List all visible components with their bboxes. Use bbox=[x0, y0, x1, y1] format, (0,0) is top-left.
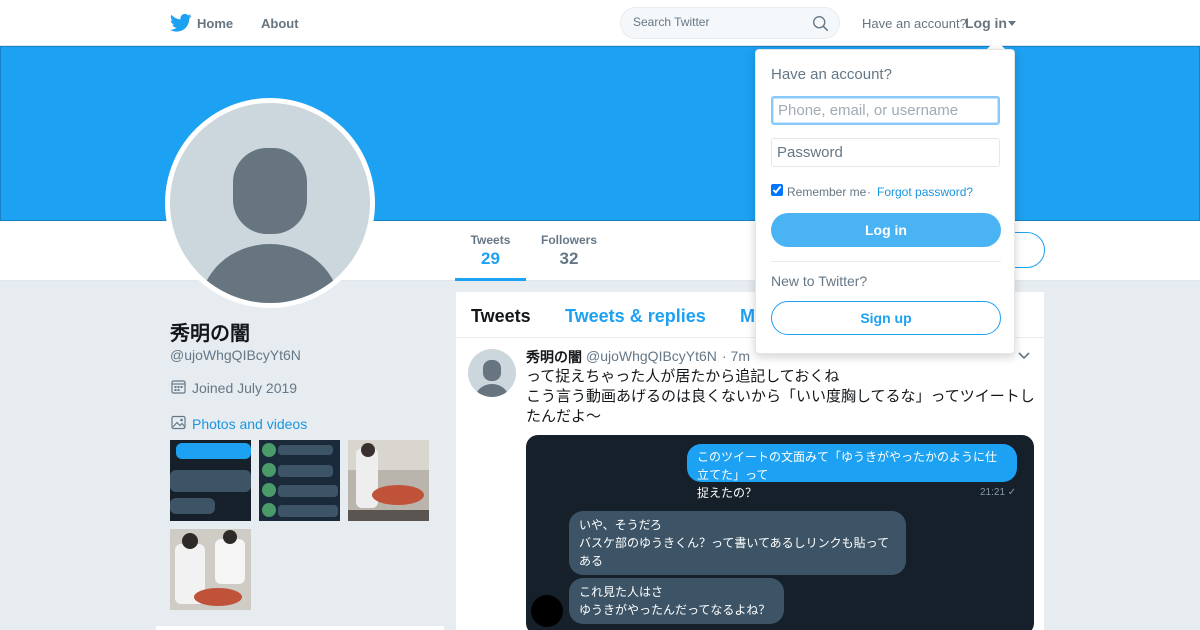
chat-line: これ見た人はさ bbox=[579, 585, 664, 599]
chat-avatar bbox=[531, 595, 563, 627]
profile-handle[interactable]: @ujoWhgQIBcyYt6N bbox=[170, 347, 301, 363]
chat-line: 捉えたの？ bbox=[697, 486, 758, 500]
default-person-icon bbox=[200, 148, 340, 303]
tab-tweets-and-replies[interactable]: Tweets & replies bbox=[565, 306, 706, 327]
chat-line: ゆうきがやったんだってなるよね？ bbox=[579, 603, 771, 617]
stat-tweets-label: Tweets bbox=[470, 233, 511, 247]
media-thumbnail[interactable] bbox=[348, 440, 429, 521]
chat-timestamp: 21:21 ✓ bbox=[980, 487, 1017, 498]
tweet-timestamp[interactable]: · 7m bbox=[722, 348, 750, 364]
tweet-avatar[interactable] bbox=[468, 349, 516, 397]
tweet-text-line: こう言う動画あげるのは良くないから「いい度胸してるな」ってツイートしたんだよ〜 bbox=[526, 388, 1035, 425]
divider bbox=[771, 261, 1001, 262]
tweet-author-name[interactable]: 秀明の闇 bbox=[526, 347, 582, 367]
chat-line: バスケ部のゆうきくん？って書いてあるしリンクも貼って bbox=[579, 536, 890, 550]
login-dropdown-toggle[interactable]: Log in bbox=[965, 15, 1007, 31]
calendar-icon bbox=[171, 380, 186, 394]
username-field[interactable] bbox=[771, 96, 1000, 125]
chat-line: いや、そうだろ bbox=[579, 518, 662, 532]
chat-bubble-received: いや、そうだろ バスケ部のゆうきくん？って書いてあるしリンクも貼って ある bbox=[569, 511, 906, 575]
signup-button[interactable]: Sign up bbox=[771, 301, 1001, 335]
stat-tweets[interactable]: Tweets 29 bbox=[455, 233, 526, 269]
image-icon bbox=[171, 415, 186, 430]
photos-and-videos-link[interactable]: Photos and videos bbox=[192, 416, 307, 432]
tweet-author-handle[interactable]: @ujoWhgQIBcyYt6N bbox=[586, 348, 717, 364]
stat-followers-value: 32 bbox=[559, 249, 579, 268]
chevron-down-icon[interactable] bbox=[1018, 352, 1030, 360]
media-thumbnail[interactable] bbox=[170, 529, 251, 610]
top-nav-bar: Home About Have an account? Log in bbox=[0, 0, 1200, 46]
twitter-bird-icon[interactable] bbox=[170, 13, 192, 33]
chat-bubble-sent: このツイートの文面みて「ゆうきがやったかのように仕立てた」って 捉えたの？ bbox=[687, 444, 1017, 500]
separator-dot: · bbox=[867, 185, 871, 199]
sidebar-card bbox=[156, 626, 444, 630]
search-box bbox=[620, 7, 840, 39]
tweet-text: って捉えちゃった人が居たから追記しておくね こう言う動画あげるのは良くないから「… bbox=[526, 367, 1036, 427]
stat-tweets-value: 29 bbox=[481, 249, 500, 268]
caret-down-icon[interactable] bbox=[1008, 21, 1016, 26]
login-button[interactable]: Log in bbox=[771, 213, 1001, 247]
search-icon[interactable] bbox=[812, 15, 829, 32]
password-field[interactable] bbox=[771, 138, 1000, 167]
tab-media[interactable]: M bbox=[740, 306, 755, 327]
tab-tweets[interactable]: Tweets bbox=[471, 306, 531, 327]
media-thumbnail[interactable] bbox=[170, 440, 251, 521]
profile-avatar[interactable] bbox=[165, 98, 375, 308]
chat-screenshot-thumbnail bbox=[170, 440, 251, 521]
tweet-text-line: って捉えちゃった人が居たから追記しておくね bbox=[526, 368, 840, 385]
tweet-media-image[interactable]: このツイートの文面みて「ゆうきがやったかのように仕立てた」って 捉えたの？ 21… bbox=[526, 435, 1034, 630]
nav-about-link[interactable]: About bbox=[261, 16, 299, 31]
new-to-twitter-text: New to Twitter? bbox=[771, 273, 868, 289]
remember-me-checkbox[interactable] bbox=[771, 184, 783, 196]
login-dropdown-title: Have an account? bbox=[771, 66, 892, 83]
have-account-text: Have an account? bbox=[862, 16, 967, 31]
nav-home-link[interactable]: Home bbox=[197, 16, 233, 31]
chat-line: このツイートの文面みて「ゆうきがやったかのように仕立てた」って bbox=[697, 450, 998, 482]
joined-date: Joined July 2019 bbox=[192, 380, 298, 396]
default-person-icon bbox=[475, 360, 509, 397]
stat-followers[interactable]: Followers 32 bbox=[541, 233, 597, 269]
media-thumbnail[interactable] bbox=[259, 440, 340, 521]
active-stat-underline bbox=[455, 278, 526, 281]
chat-bubble-received: これ見た人はさ ゆうきがやったんだってなるよね？ bbox=[569, 578, 784, 624]
login-dropdown: Have an account? Remember me · Forgot pa… bbox=[755, 49, 1015, 354]
stat-followers-label: Followers bbox=[541, 233, 598, 247]
photo-thumbnail bbox=[348, 440, 429, 521]
chat-line: ある bbox=[579, 554, 604, 568]
profile-name: 秀明の闇 bbox=[170, 323, 250, 345]
chat-screenshot-thumbnail bbox=[259, 440, 340, 521]
forgot-password-link[interactable]: Forgot password? bbox=[877, 185, 973, 199]
photo-thumbnail bbox=[170, 529, 251, 610]
default-avatar-icon bbox=[170, 103, 370, 303]
remember-me-label[interactable]: Remember me bbox=[787, 185, 866, 199]
search-input[interactable] bbox=[633, 15, 803, 29]
